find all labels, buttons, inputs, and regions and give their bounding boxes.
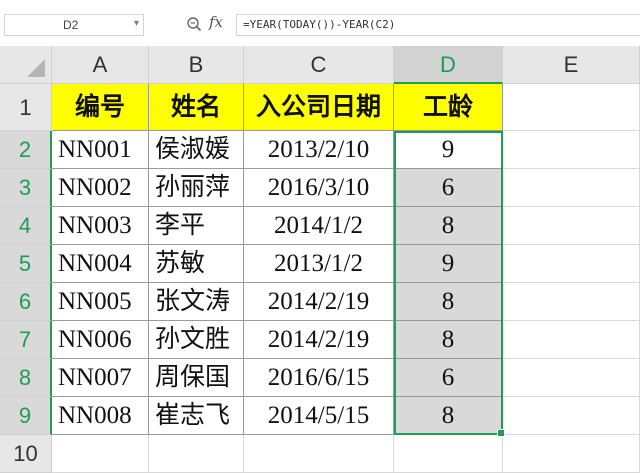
cell-e5[interactable] [503,245,640,283]
cell-c1[interactable]: 入公司日期 [244,84,394,131]
row-header-4[interactable]: 4 [0,207,52,245]
cell-e10[interactable] [503,435,640,473]
column-header-b[interactable]: B [149,46,244,84]
row-header-6[interactable]: 6 [0,283,52,321]
select-all-triangle-icon [27,59,45,77]
cell-b5[interactable]: 苏敏 [149,245,244,283]
fx-icon[interactable]: fx [209,13,223,31]
column-header-d[interactable]: D [394,46,503,84]
cell-e4[interactable] [503,207,640,245]
cell-a5[interactable]: NN004 [52,245,149,283]
row-header-2[interactable]: 2 [0,131,52,169]
row-header-10[interactable]: 10 [0,435,52,473]
cell-c10[interactable] [244,435,394,473]
cell-c6[interactable]: 2014/2/19 [244,283,394,321]
cell-e8[interactable] [503,359,640,397]
cell-a10[interactable] [52,435,149,473]
cell-c5[interactable]: 2013/1/2 [244,245,394,283]
cell-b2[interactable]: 侯淑媛 [149,131,244,169]
cell-a7[interactable]: NN006 [52,321,149,359]
cell-b6[interactable]: 张文涛 [149,283,244,321]
cell-b3[interactable]: 孙丽萍 [149,169,244,207]
column-header-e[interactable]: E [503,46,640,84]
cell-c4[interactable]: 2014/1/2 [244,207,394,245]
cell-c8[interactable]: 2016/6/15 [244,359,394,397]
cell-a6[interactable]: NN005 [52,283,149,321]
cell-d4[interactable]: 8 [394,207,503,245]
cell-a4[interactable]: NN003 [52,207,149,245]
cell-a9[interactable]: NN008 [52,397,149,435]
cell-b8[interactable]: 周保国 [149,359,244,397]
cell-d9[interactable]: 8 [394,397,503,435]
row-header-9[interactable]: 9 [0,397,52,435]
formula-input[interactable]: =YEAR(TODAY())-YEAR(C2) [236,14,640,36]
row-header-3[interactable]: 3 [0,169,52,207]
cell-d7[interactable]: 8 [394,321,503,359]
cell-e2[interactable] [503,131,640,169]
cell-c7[interactable]: 2014/2/19 [244,321,394,359]
cell-c3[interactable]: 2016/3/10 [244,169,394,207]
row-header-1[interactable]: 1 [0,84,52,131]
row-header-7[interactable]: 7 [0,321,52,359]
cell-e1[interactable] [503,84,640,131]
cell-d2[interactable]: 9 [394,131,503,169]
cell-a2[interactable]: NN001 [52,131,149,169]
formula-bar: D2 ▾ fx =YEAR(TODAY())-YEAR(C2) [0,0,640,46]
cell-b1[interactable]: 姓名 [149,84,244,131]
row-header-8[interactable]: 8 [0,359,52,397]
column-header-a[interactable]: A [52,46,149,84]
cell-e3[interactable] [503,169,640,207]
chevron-down-icon[interactable]: ▾ [134,18,139,29]
cell-d5[interactable]: 9 [394,245,503,283]
cell-e6[interactable] [503,283,640,321]
cell-c9[interactable]: 2014/5/15 [244,397,394,435]
name-box-value: D2 [63,18,79,32]
cell-e9[interactable] [503,397,640,435]
column-header-c[interactable]: C [244,46,394,84]
cell-b10[interactable] [149,435,244,473]
select-all-corner[interactable] [0,46,52,84]
zoom-icon[interactable] [186,16,202,32]
cell-b7[interactable]: 孙文胜 [149,321,244,359]
cell-c2[interactable]: 2013/2/10 [244,131,394,169]
cell-d3[interactable]: 6 [394,169,503,207]
cell-d10[interactable] [394,435,503,473]
cell-a1[interactable]: 编号 [52,84,149,131]
cell-e7[interactable] [503,321,640,359]
cell-a8[interactable]: NN007 [52,359,149,397]
cell-a3[interactable]: NN002 [52,169,149,207]
cell-d1[interactable]: 工龄 [394,84,503,131]
cell-d8[interactable]: 6 [394,359,503,397]
cell-d6[interactable]: 8 [394,283,503,321]
name-box[interactable]: D2 ▾ [4,14,144,36]
cell-b4[interactable]: 李平 [149,207,244,245]
cell-b9[interactable]: 崔志飞 [149,397,244,435]
row-header-5[interactable]: 5 [0,245,52,283]
formula-text: =YEAR(TODAY())-YEAR(C2) [243,18,396,31]
